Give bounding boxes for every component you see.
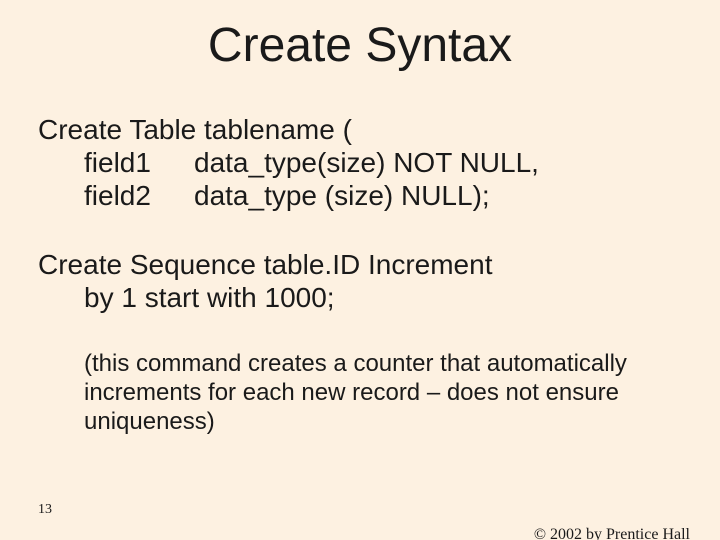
field2-name: field2 xyxy=(84,179,194,212)
page-number: 13 xyxy=(38,502,52,518)
copyright: © 2002 by Prentice Hall xyxy=(534,526,690,540)
slide-title: Create Syntax xyxy=(0,18,720,73)
sequence-line1: Create Sequence table.ID Increment xyxy=(38,248,682,281)
field2-row: field2 data_type (size) NULL); xyxy=(38,179,682,212)
sequence-line2: by 1 start with 1000; xyxy=(38,281,682,314)
create-table-line: Create Table tablename ( xyxy=(38,113,682,146)
note-text: (this command creates a counter that aut… xyxy=(38,350,682,436)
field1-row: field1 data_type(size) NOT NULL, xyxy=(38,146,682,179)
field1-name: field1 xyxy=(84,146,194,179)
create-sequence-block: Create Sequence table.ID Increment by 1 … xyxy=(38,248,682,314)
field1-type: data_type(size) NOT NULL, xyxy=(194,146,539,179)
field2-type: data_type (size) NULL); xyxy=(194,179,490,212)
slide-body: Create Table tablename ( field1 data_typ… xyxy=(0,113,720,437)
create-table-block: Create Table tablename ( field1 data_typ… xyxy=(38,113,682,212)
